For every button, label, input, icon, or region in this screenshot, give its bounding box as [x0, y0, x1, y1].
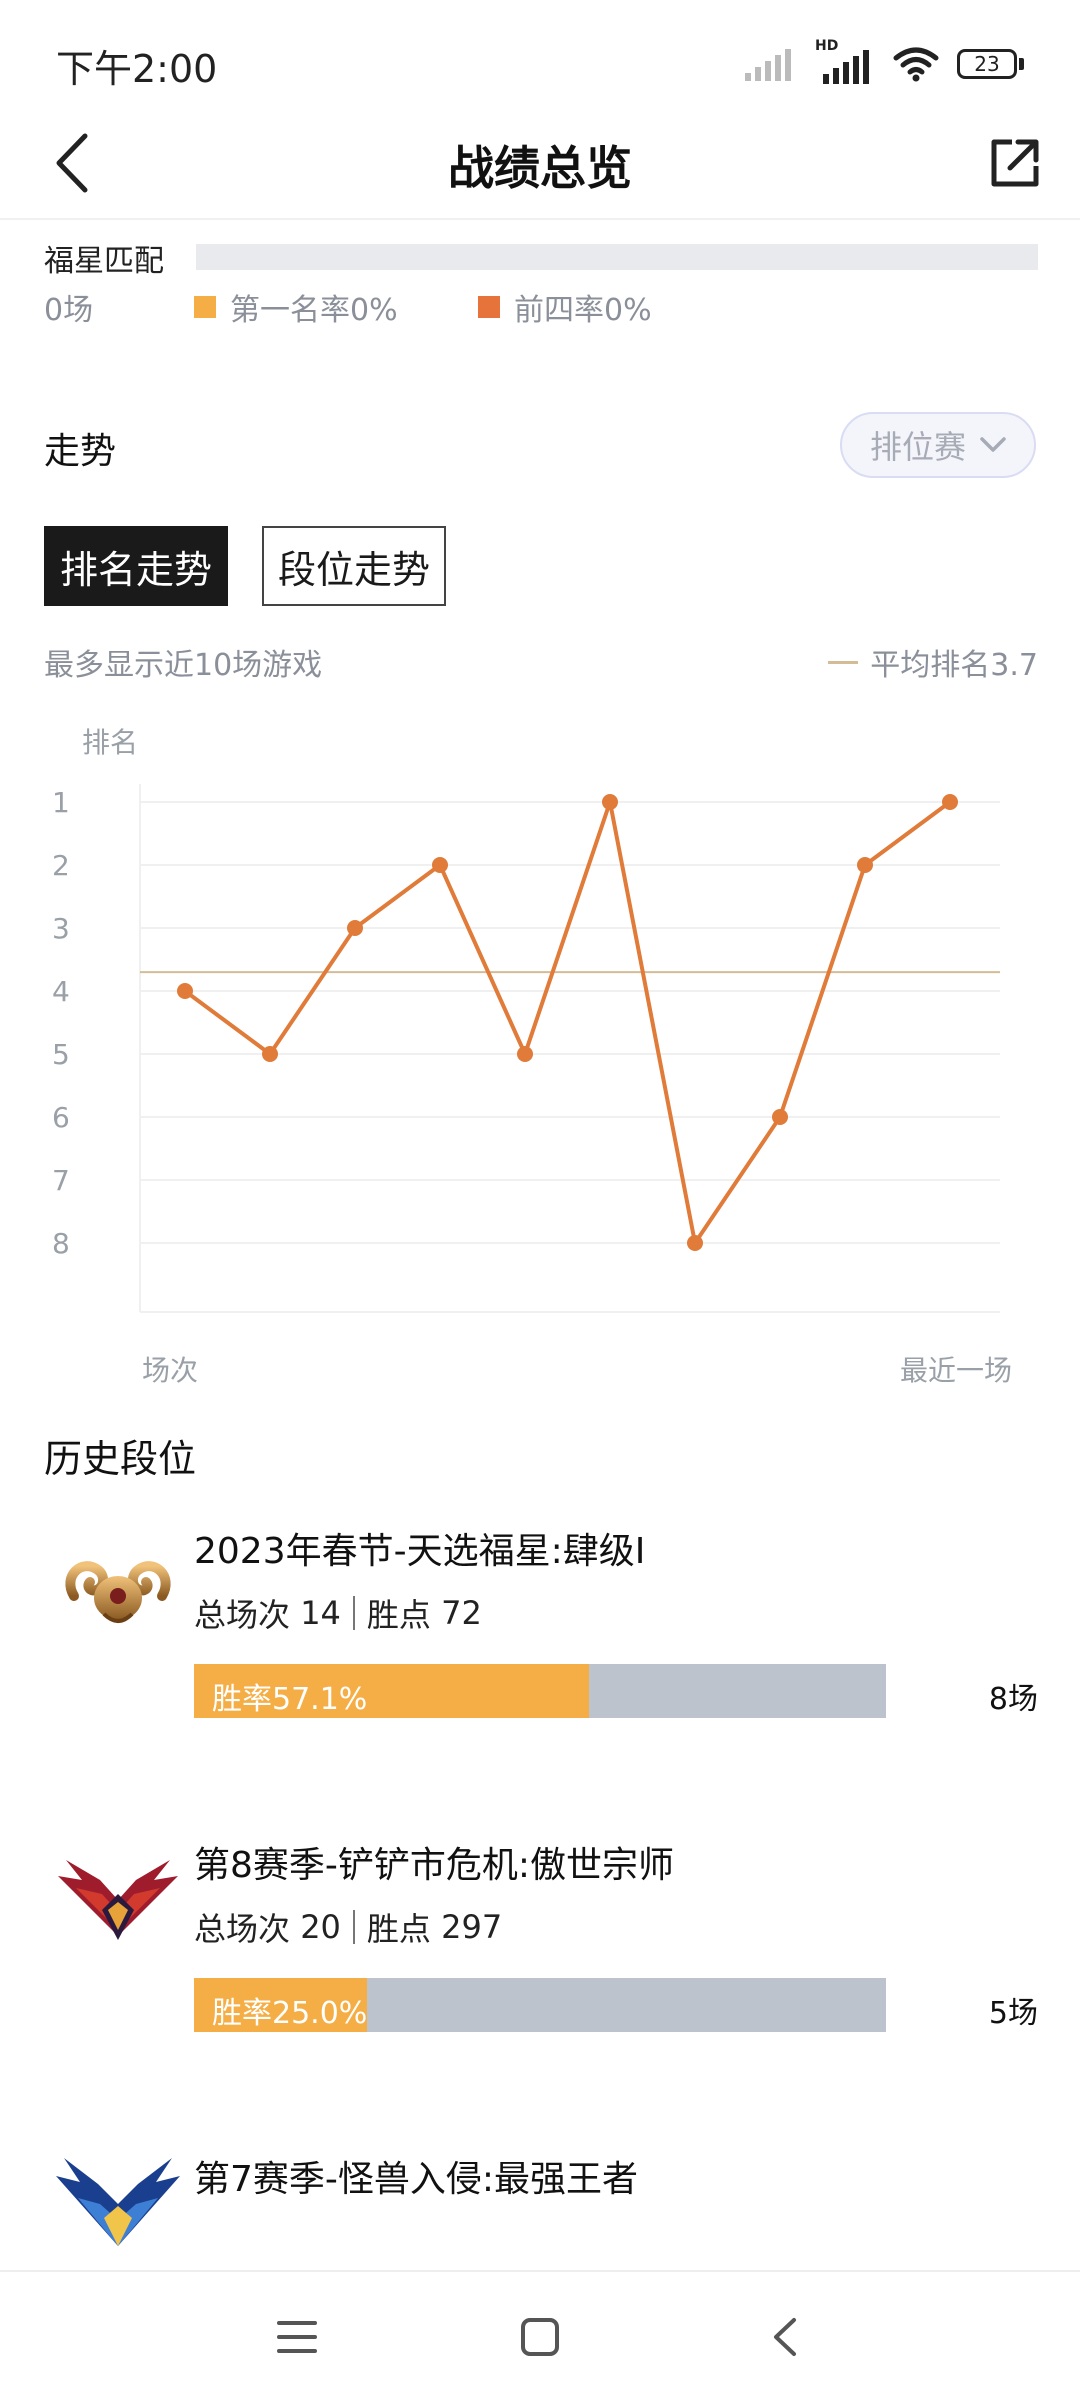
- home-button[interactable]: [505, 2302, 575, 2372]
- total-games-value: 20: [300, 1908, 341, 1946]
- total-games-label: 总场次: [194, 1910, 291, 1948]
- points-value: 297: [441, 1908, 503, 1946]
- rank-point[interactable]: [857, 857, 873, 873]
- y-axis-label: 排名: [82, 726, 138, 759]
- season-meta: 总场次 20 胜点 297: [194, 1904, 502, 1950]
- grandmaster-emblem-icon: [58, 1860, 178, 1940]
- rank-point[interactable]: [687, 1235, 703, 1251]
- mode-select-value: 排位赛: [869, 428, 966, 466]
- system-back-button[interactable]: [750, 2302, 820, 2372]
- history-title: 历史段位: [44, 1437, 197, 1481]
- meta-divider: [352, 1596, 355, 1630]
- season-meta: 总场次 14 胜点 72: [194, 1590, 482, 1636]
- rank-trend-chart: 排名 1 2 3 4 5 6 7 8 场次 最近一场: [52, 726, 1012, 1387]
- season-games-count: 5场: [988, 1996, 1038, 2031]
- rank-point[interactable]: [177, 983, 193, 999]
- status-icons: HD 23: [745, 38, 1024, 84]
- y-tick-label: 2: [52, 849, 70, 882]
- first-rate-swatch: [194, 296, 216, 318]
- back-button[interactable]: [36, 128, 106, 198]
- signal-icon: [745, 49, 791, 81]
- meta-divider: [352, 1910, 355, 1944]
- challenger-emblem-icon: [56, 2158, 180, 2246]
- y-tick-label: 3: [52, 912, 70, 945]
- menu-button[interactable]: [262, 2302, 332, 2372]
- season-name: 2023年春节-天选福星:肆级I: [194, 1531, 646, 1572]
- x-axis-end-label: 最近一场: [900, 1354, 1012, 1387]
- season-name: 第8赛季-铲铲市危机:傲世宗师: [194, 1845, 675, 1886]
- points-label: 胜点: [366, 1910, 431, 1948]
- rank-point[interactable]: [942, 794, 958, 810]
- rank-point[interactable]: [517, 1046, 533, 1062]
- battery-level: 23: [974, 52, 1000, 76]
- mode-select[interactable]: 排位赛: [840, 412, 1036, 478]
- season-games-count: 8场: [988, 1682, 1038, 1717]
- y-tick-label: 6: [52, 1101, 70, 1134]
- rank-points: [177, 794, 958, 1251]
- rank-series-line: [183, 800, 952, 1245]
- tab-rank-trend[interactable]: 排名走势: [44, 526, 228, 606]
- rank-point[interactable]: [347, 920, 363, 936]
- y-tick-label: 8: [52, 1227, 70, 1260]
- chevron-left-icon: [56, 133, 88, 193]
- top4-rate-label: 前四率0%: [514, 293, 652, 328]
- y-tick-label: 5: [52, 1038, 70, 1071]
- points-label: 胜点: [366, 1596, 431, 1634]
- y-tick-label: 4: [52, 975, 70, 1008]
- lucky-match-count: 0场: [44, 293, 94, 328]
- x-axis-start-label: 场次: [142, 1354, 198, 1387]
- total-games-label: 总场次: [194, 1596, 291, 1634]
- average-legend: 平均排名3.7: [828, 640, 1038, 684]
- top4-rate-swatch: [478, 296, 500, 318]
- status-bar: 下午2:00 HD 23: [0, 0, 1080, 110]
- battery-icon: 23: [957, 49, 1024, 79]
- page-title: 战绩总览: [448, 141, 632, 195]
- lucky-match-bar: [196, 244, 1038, 270]
- points-value: 72: [441, 1594, 482, 1632]
- season-name: 第7赛季-怪兽入侵:最强王者: [194, 2159, 639, 2200]
- system-nav-bar: [0, 2270, 1080, 2400]
- win-rate-label: 胜率57.1%: [212, 1682, 368, 1717]
- chevron-down-icon: [980, 437, 1006, 452]
- hd-signal-icon: HD: [815, 38, 875, 84]
- rank-point[interactable]: [432, 857, 448, 873]
- first-rate-legend: 第一名率0%: [194, 285, 398, 329]
- header: 战绩总览: [0, 110, 1080, 220]
- average-swatch: [828, 660, 859, 664]
- rank-point[interactable]: [262, 1046, 278, 1062]
- ram-emblem-icon: [65, 1561, 171, 1623]
- chart-hint: 最多显示近10场游戏: [44, 648, 323, 683]
- y-tick-label: 7: [52, 1164, 70, 1197]
- wifi-icon: [893, 47, 939, 82]
- average-label: 平均排名3.7: [870, 648, 1038, 683]
- external-link-icon: [991, 139, 1039, 187]
- rank-point[interactable]: [602, 794, 618, 810]
- chart-y-ticks: 1 2 3 4 5 6 7 8: [52, 786, 70, 1260]
- share-button[interactable]: [980, 128, 1050, 198]
- win-rate-label: 胜率25.0%: [212, 1996, 368, 2031]
- total-games-value: 14: [300, 1594, 341, 1632]
- top4-rate-legend: 前四率0%: [478, 285, 652, 329]
- menu-icon: [277, 2321, 317, 2353]
- trend-title: 走势: [44, 431, 117, 472]
- win-rate-bar: 胜率57.1%: [194, 1664, 886, 1718]
- win-rate-bar: 胜率25.0%: [194, 1978, 886, 2032]
- tab-tier-trend[interactable]: 段位走势: [262, 526, 446, 606]
- lucky-match-label: 福星匹配: [44, 244, 164, 279]
- first-rate-label: 第一名率0%: [230, 293, 398, 328]
- rank-point[interactable]: [772, 1109, 788, 1125]
- y-tick-label: 1: [52, 786, 70, 819]
- back-triangle-icon: [774, 2318, 796, 2356]
- home-square-icon: [521, 2318, 559, 2356]
- status-time: 下午2:00: [56, 47, 218, 91]
